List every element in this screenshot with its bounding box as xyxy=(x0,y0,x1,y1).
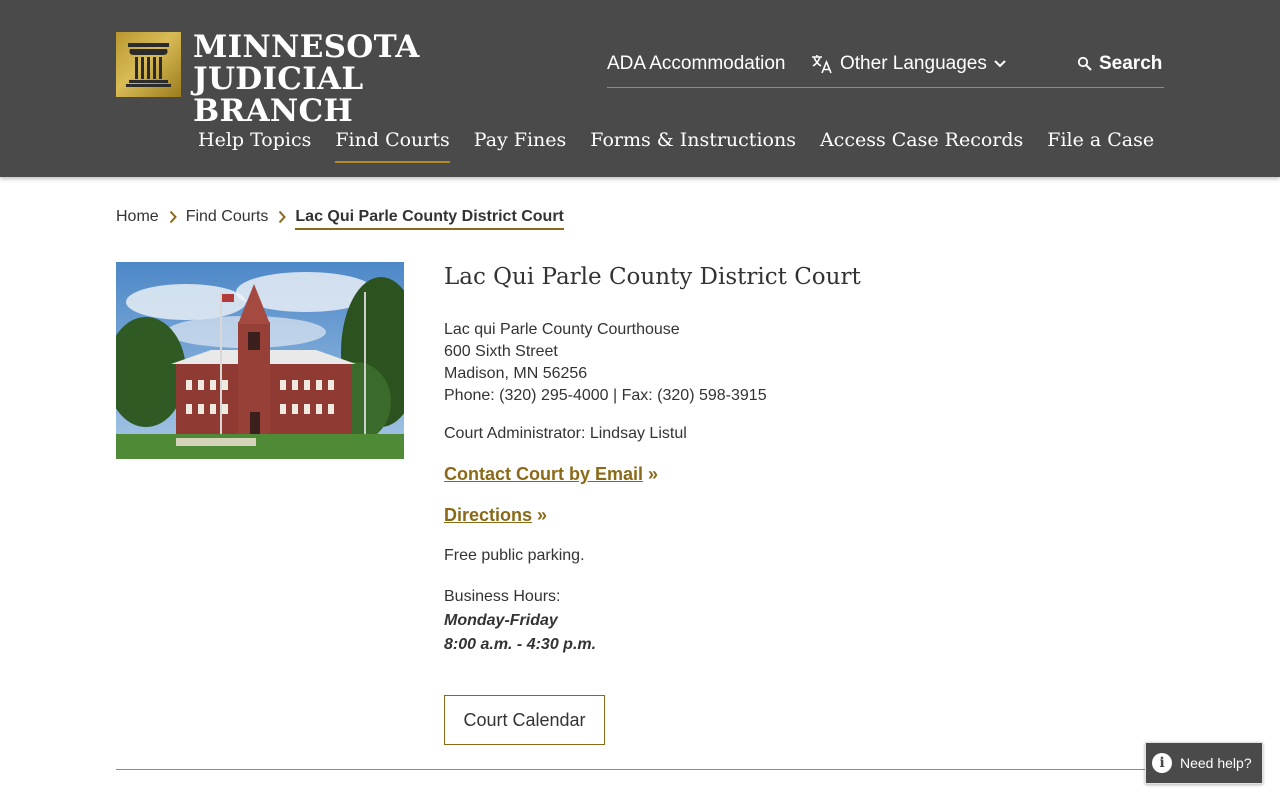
building-name: Lac qui Parle County Courthouse xyxy=(444,321,680,338)
utility-bar: ADA Accommodation Other Languages Search xyxy=(607,50,1164,88)
parking-info: Free public parking. xyxy=(444,547,585,564)
nav-access-case-records[interactable]: Access Case Records xyxy=(820,126,1023,163)
other-languages-dropdown[interactable]: Other Languages xyxy=(810,53,1007,75)
main-nav: Help Topics Find Courts Pay Fines Forms … xyxy=(198,126,1154,166)
search-label: Search xyxy=(1099,53,1163,74)
breadcrumb-find-courts[interactable]: Find Courts xyxy=(186,208,269,226)
link-arrow-icon: » xyxy=(537,505,548,525)
hours-days: Monday-Friday xyxy=(444,612,558,629)
logo-text: MINNESOTA JUDICIAL BRANCH xyxy=(193,31,516,127)
contact-court-email-link[interactable]: Contact Court by Email » xyxy=(444,462,1164,486)
city-state-zip: Madison, MN 56256 xyxy=(444,365,588,382)
nav-help-topics[interactable]: Help Topics xyxy=(198,126,311,163)
ada-accommodation-link[interactable]: ADA Accommodation xyxy=(607,53,785,75)
street-address: 600 Sixth Street xyxy=(444,343,558,360)
business-hours: Business Hours: Monday-Friday 8:00 a.m. … xyxy=(444,585,1164,657)
translate-icon xyxy=(812,55,832,74)
need-help-label: Need help? xyxy=(1180,755,1252,771)
info-icon: i xyxy=(1152,753,1172,773)
hours-label: Business Hours: xyxy=(444,588,561,605)
contact-court-email-label: Contact Court by Email xyxy=(444,464,644,484)
court-address: Lac qui Parle County Courthouse 600 Sixt… xyxy=(444,319,1164,407)
chevron-right-icon xyxy=(169,210,177,224)
nav-forms-instructions[interactable]: Forms & Instructions xyxy=(590,126,796,163)
chevron-right-icon xyxy=(278,210,287,224)
breadcrumb-current: Lac Qui Parle County District Court xyxy=(295,208,564,230)
court-details: Lac Qui Parle County District Court Lac … xyxy=(444,262,1164,745)
hours-time: 8:00 a.m. - 4:30 p.m. xyxy=(444,636,597,653)
other-languages-label: Other Languages xyxy=(840,53,987,74)
need-help-button[interactable]: i Need help? xyxy=(1145,742,1263,784)
breadcrumb-home[interactable]: Home xyxy=(116,208,159,226)
search-icon xyxy=(1077,56,1092,71)
section-divider xyxy=(116,769,1164,770)
link-arrow-icon: » xyxy=(648,464,659,484)
directions-label: Directions xyxy=(444,505,533,525)
chevron-down-icon xyxy=(994,60,1006,68)
site-logo[interactable]: MINNESOTA JUDICIAL BRANCH xyxy=(116,31,516,127)
court-administrator: Court Administrator: Lindsay Listul xyxy=(444,425,687,442)
courthouse-photo xyxy=(116,262,404,459)
nav-pay-fines[interactable]: Pay Fines xyxy=(474,126,567,163)
logo-line-2: JUDICIAL BRANCH xyxy=(193,61,364,129)
phone-fax: Phone: (320) 295-4000 | Fax: (320) 598-3… xyxy=(444,387,767,404)
nav-file-a-case[interactable]: File a Case xyxy=(1047,126,1154,163)
court-calendar-button[interactable]: Court Calendar xyxy=(444,695,605,745)
column-logo-icon xyxy=(116,32,181,97)
site-header: MINNESOTA JUDICIAL BRANCH ADA Accommodat… xyxy=(0,0,1280,177)
breadcrumb: Home Find Courts Lac Qui Parle County Di… xyxy=(116,203,564,231)
logo-line-1: MINNESOTA xyxy=(193,29,420,65)
nav-find-courts[interactable]: Find Courts xyxy=(335,126,450,163)
page-title: Lac Qui Parle County District Court xyxy=(444,264,861,290)
directions-link[interactable]: Directions » xyxy=(444,503,1164,527)
search-button[interactable]: Search xyxy=(1077,53,1162,75)
